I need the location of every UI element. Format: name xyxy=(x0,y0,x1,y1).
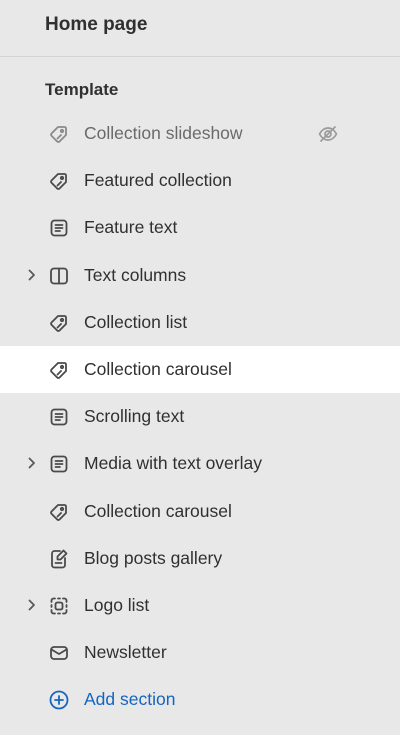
section-item-label: Newsletter xyxy=(84,642,167,663)
sections-panel: Home page Template Collection slideshow F… xyxy=(0,0,400,735)
section-item-label: Collection list xyxy=(84,311,188,332)
panel-header: Home page xyxy=(0,0,400,57)
section-item-label: Collection carousel xyxy=(84,500,232,521)
tag-icon xyxy=(47,311,71,335)
text-block-icon xyxy=(47,216,71,240)
template-group-label: Template xyxy=(45,80,119,99)
chevron-right-icon[interactable] xyxy=(24,454,40,472)
section-item[interactable]: Collection carousel xyxy=(0,488,400,535)
tag-icon xyxy=(47,169,71,193)
section-item[interactable]: Collection list xyxy=(0,299,400,346)
tag-icon xyxy=(47,122,71,146)
page-title: Home page xyxy=(45,14,148,35)
text-block-icon xyxy=(47,405,71,429)
section-item-label: Feature text xyxy=(84,217,178,238)
add-section-label: Add section xyxy=(84,689,176,710)
text-block-icon xyxy=(47,452,71,476)
plus-circle-icon xyxy=(47,688,71,712)
tag-icon xyxy=(47,358,71,382)
chevron-right-icon[interactable] xyxy=(24,266,40,284)
section-item[interactable]: Newsletter xyxy=(0,629,400,676)
tag-icon xyxy=(47,500,71,524)
section-item-label: Blog posts gallery xyxy=(84,547,223,568)
section-item[interactable]: Blog posts gallery xyxy=(0,535,400,582)
chevron-right-icon[interactable] xyxy=(24,596,40,614)
section-item[interactable]: Featured collection xyxy=(0,157,400,204)
section-item-label: Text columns xyxy=(84,264,187,285)
blog-post-icon xyxy=(47,547,71,571)
section-item[interactable]: Scrolling text xyxy=(0,393,400,440)
section-item-label: Collection carousel xyxy=(84,359,232,379)
envelope-icon xyxy=(47,641,71,665)
section-item-label: Featured collection xyxy=(84,170,232,191)
section-item[interactable]: Collection slideshow xyxy=(0,110,400,157)
section-item-label: Collection slideshow xyxy=(84,123,243,143)
section-item[interactable]: Text columns xyxy=(0,252,400,299)
logo-frame-icon xyxy=(47,594,71,618)
section-item[interactable]: Feature text xyxy=(0,204,400,251)
add-section-button[interactable]: Add section xyxy=(0,676,400,723)
section-item-label: Logo list xyxy=(84,595,150,615)
section-item[interactable]: Collection carousel xyxy=(0,346,400,393)
section-item[interactable]: Logo list xyxy=(0,582,400,629)
eye-off-icon[interactable] xyxy=(316,122,340,146)
section-item-label: Scrolling text xyxy=(84,406,185,427)
section-item-label: Media with text overlay xyxy=(84,453,262,474)
columns-icon xyxy=(47,264,71,288)
section-item[interactable]: Media with text overlay xyxy=(0,440,400,487)
